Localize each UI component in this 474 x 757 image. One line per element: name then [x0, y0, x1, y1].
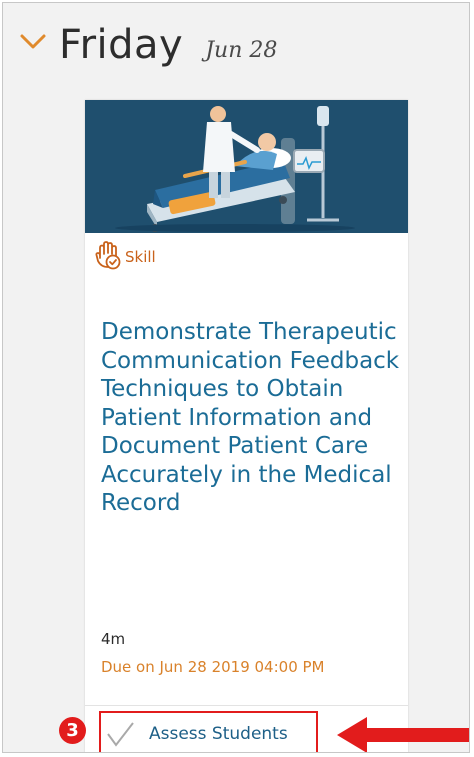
activity-title[interactable]: Demonstrate Therapeutic Communication Fe… — [101, 318, 401, 518]
step-marker: 3 — [59, 717, 86, 744]
assess-students-label: Assess Students — [149, 724, 288, 744]
due-date: Due on Jun 28 2019 04:00 PM — [101, 658, 325, 676]
activity-card[interactable]: Skill Demonstrate Therapeutic Communicat… — [85, 100, 408, 752]
arrow-left-icon — [337, 717, 469, 752]
skill-badge: Skill — [95, 240, 156, 270]
activity-duration: 4m — [101, 630, 126, 648]
day-name: Friday — [59, 22, 184, 68]
assess-students-button[interactable]: Assess Students — [99, 711, 318, 752]
day-panel: Friday Jun 28 Skill Demonstrate Therapeu… — [2, 2, 470, 753]
day-date: Jun 28 — [205, 37, 278, 63]
day-header[interactable]: Friday Jun 28 — [19, 15, 277, 75]
divider — [85, 705, 408, 706]
check-icon — [107, 722, 134, 747]
hospital-bed-illustration — [85, 100, 408, 233]
chevron-down-icon[interactable] — [19, 27, 47, 55]
badge-label: Skill — [125, 248, 156, 266]
hand-check-icon — [95, 241, 121, 270]
card-illustration — [85, 100, 408, 233]
